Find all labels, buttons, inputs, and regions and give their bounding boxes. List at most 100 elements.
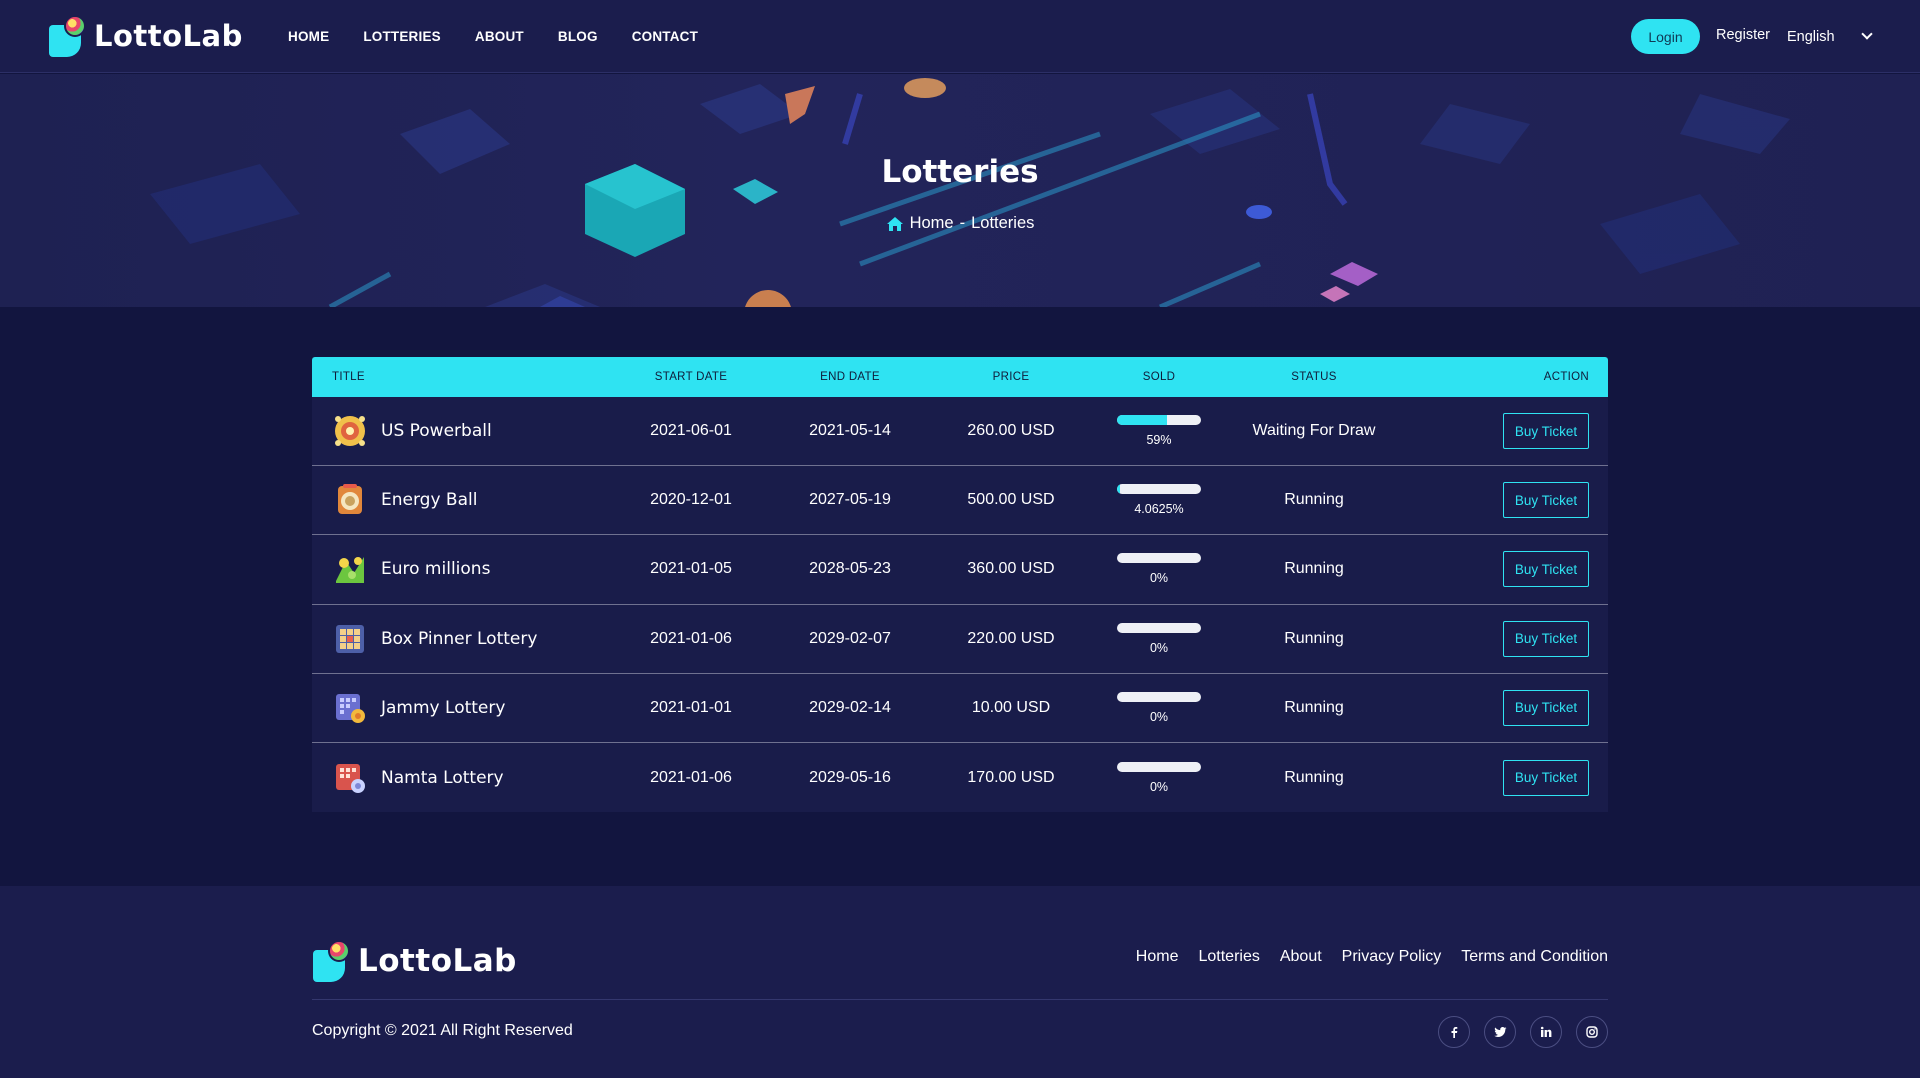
buy-ticket-button[interactable]: Buy Ticket [1503, 482, 1589, 519]
brand-name: LottoLab [94, 19, 243, 53]
buy-ticket-button[interactable]: Buy Ticket [1503, 620, 1589, 657]
buy-ticket-button[interactable]: Buy Ticket [1503, 551, 1589, 588]
status-text: Waiting For Draw [1252, 422, 1376, 440]
lotteries-table: TITLE START DATE END DATE PRICE SOLD STA… [312, 357, 1608, 812]
login-button[interactable]: Login [1631, 19, 1700, 54]
buy-ticket-button[interactable]: Buy Ticket [1503, 413, 1589, 450]
ticket-price: 500.00 USD [967, 491, 1055, 509]
main-nav: HOME LOTTERIES ABOUT BLOG CONTACT [288, 0, 698, 73]
logo-icon [49, 15, 87, 57]
footer-brand-logo[interactable]: LottoLab [313, 940, 517, 982]
ticket-price: 220.00 USD [967, 629, 1055, 647]
facebook-icon[interactable] [1438, 1016, 1470, 1048]
end-date: 2029-02-14 [809, 698, 891, 716]
table-row: Namta Lottery 2021-01-06 2029-05-16 170.… [312, 743, 1608, 812]
header-status: STATUS [1291, 371, 1337, 383]
chevron-down-icon [1861, 28, 1873, 40]
social-links [1438, 1016, 1608, 1048]
sold-percent: 0% [1149, 709, 1169, 724]
footer-link-lotteries[interactable]: Lotteries [1198, 948, 1259, 966]
end-date: 2021-05-14 [809, 422, 891, 440]
instagram-icon[interactable] [1576, 1016, 1608, 1048]
sold-percent: 0% [1149, 571, 1169, 586]
energy-ball-icon [338, 484, 362, 515]
jammy-lottery-icon [336, 693, 365, 723]
sold-progress: 0% [1092, 553, 1226, 585]
sold-percent: 0% [1149, 779, 1169, 794]
footer-link-terms[interactable]: Terms and Condition [1461, 948, 1608, 966]
ticket-price: 10.00 USD [971, 698, 1051, 716]
twitter-icon[interactable] [1484, 1016, 1516, 1048]
start-date: 2021-06-01 [650, 422, 732, 440]
table-row: Jammy Lottery 2021-01-01 2029-02-14 10.0… [312, 674, 1608, 743]
lottery-name: Energy Ball [381, 490, 478, 511]
table-row: Energy Ball 2020-12-01 2027-05-19 500.00… [312, 466, 1608, 536]
lottery-name: US Powerball [381, 421, 492, 442]
breadcrumb-home-link[interactable]: Home [910, 214, 954, 233]
footer-divider [312, 999, 1608, 1000]
linkedin-icon[interactable] [1530, 1016, 1562, 1048]
end-date: 2029-02-07 [809, 629, 891, 647]
sold-progress: 59% [1092, 415, 1226, 447]
header-action: ACTION [1543, 371, 1589, 383]
sold-progress: 0% [1092, 622, 1226, 655]
start-date: 2020-12-01 [650, 491, 732, 509]
header-price: PRICE [992, 371, 1030, 383]
language-select[interactable]: English [1787, 21, 1877, 52]
start-date: 2021-01-06 [650, 629, 732, 647]
end-date: 2029-05-16 [809, 768, 891, 786]
end-date: 2027-05-19 [809, 491, 891, 509]
nav-item-lotteries[interactable]: LOTTERIES [363, 29, 441, 44]
page-title: Lotteries [881, 154, 1039, 190]
status-text: Running [1284, 698, 1344, 716]
nav-item-blog[interactable]: BLOG [558, 29, 598, 44]
ticket-price: 360.00 USD [967, 560, 1055, 578]
top-navbar: LottoLab HOME LOTTERIES ABOUT BLOG CONTA… [0, 0, 1920, 73]
lottery-name: Namta Lottery [381, 767, 504, 788]
footer-link-home[interactable]: Home [1136, 948, 1179, 966]
table-row: US Powerball 2021-06-01 2021-05-14 260.0… [312, 397, 1608, 467]
page-banner: Lotteries Home - Lotteries [0, 74, 1920, 307]
nav-item-home[interactable]: HOME [288, 29, 329, 44]
banner-background-art [150, 78, 1790, 307]
footer-nav: Home Lotteries About Privacy Policy Term… [1136, 948, 1608, 966]
end-date: 2028-05-23 [809, 560, 891, 578]
header-sold: SOLD [1142, 371, 1176, 383]
ticket-price: 170.00 USD [967, 768, 1055, 786]
table-header: TITLE START DATE END DATE PRICE SOLD STA… [312, 357, 1608, 397]
status-text: Running [1284, 560, 1344, 578]
brand-logo[interactable]: LottoLab [49, 15, 243, 57]
start-date: 2021-01-06 [650, 768, 732, 786]
lottery-name: Jammy Lottery [381, 697, 506, 718]
site-footer: LottoLab Home Lotteries About Privacy Po… [0, 886, 1920, 1078]
copyright-text: Copyright © 2021 All Right Reserved [312, 1022, 573, 1039]
powerball-icon [335, 416, 365, 447]
nav-item-about[interactable]: ABOUT [475, 29, 524, 44]
buy-ticket-button[interactable]: Buy Ticket [1503, 759, 1589, 796]
start-date: 2021-01-01 [650, 698, 732, 716]
status-text: Running [1284, 629, 1344, 647]
sold-percent: 4.0625% [1134, 502, 1184, 517]
home-icon [886, 216, 903, 231]
lottery-name: Box Pinner Lottery [381, 628, 538, 649]
table-row: Box Pinner Lottery 2021-01-06 2029-02-07… [312, 605, 1608, 674]
sold-progress: 0% [1092, 691, 1226, 724]
sold-progress: 0% [1092, 761, 1226, 794]
footer-link-about[interactable]: About [1280, 948, 1322, 966]
register-link[interactable]: Register [1716, 27, 1770, 43]
lottery-name: Euro millions [381, 559, 491, 580]
start-date: 2021-01-05 [650, 560, 732, 578]
status-text: Running [1284, 491, 1344, 509]
euro-millions-icon [336, 557, 364, 584]
breadcrumb-current: Lotteries [971, 214, 1035, 232]
status-text: Running [1284, 768, 1344, 786]
buy-ticket-button[interactable]: Buy Ticket [1503, 689, 1589, 726]
namta-lottery-icon [336, 763, 365, 793]
footer-link-privacy[interactable]: Privacy Policy [1342, 948, 1442, 966]
language-value: English [1787, 28, 1835, 45]
header-title: TITLE [332, 371, 365, 383]
nav-item-contact[interactable]: CONTACT [632, 29, 698, 44]
sold-percent: 0% [1149, 640, 1169, 655]
breadcrumb: Home - Lotteries [0, 214, 1920, 233]
sold-progress: 4.0625% [1092, 484, 1226, 516]
